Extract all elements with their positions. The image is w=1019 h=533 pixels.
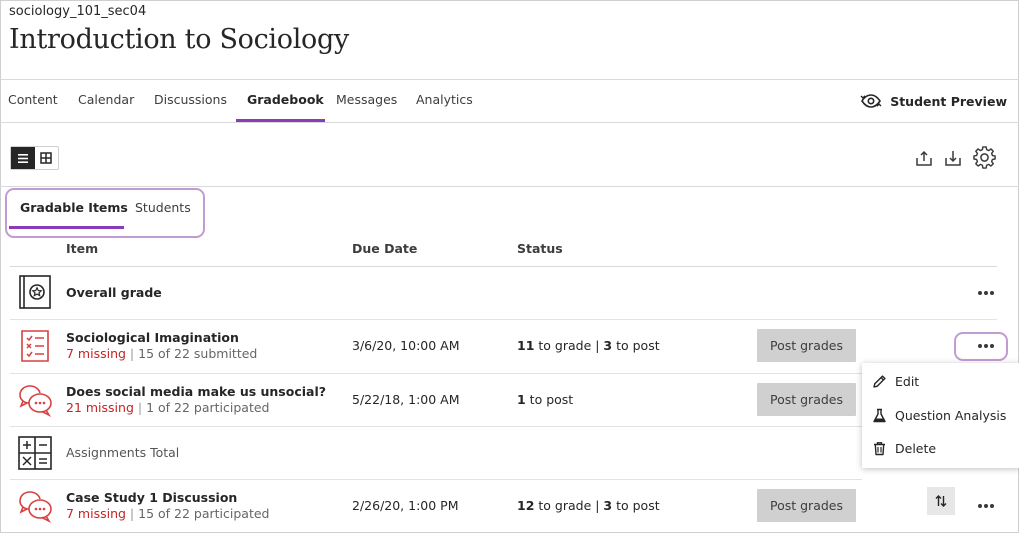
- gear-icon: [973, 146, 996, 169]
- due-date: 2/26/20, 1:00 PM: [352, 498, 459, 513]
- student-preview-button[interactable]: Student Preview: [860, 91, 1007, 111]
- status-text: to post: [525, 392, 574, 407]
- case-study-more-button[interactable]: [973, 498, 999, 514]
- column-header-due-date: Due Date: [352, 241, 418, 256]
- post-grades-button[interactable]: Post grades: [757, 329, 856, 362]
- tab-discussions[interactable]: Discussions: [154, 80, 227, 122]
- tab-students[interactable]: Students: [135, 200, 191, 215]
- item-title-case-study[interactable]: Case Study 1 Discussion: [66, 490, 237, 505]
- divider: [0, 186, 1019, 187]
- grading-status: 12 to grade | 3 to post: [517, 498, 660, 513]
- grading-status: 1 to post: [517, 392, 573, 407]
- due-date: 3/6/20, 10:00 AM: [352, 338, 460, 353]
- active-subtab-indicator: [9, 226, 124, 229]
- reorder-button[interactable]: [927, 487, 955, 515]
- more-icon: [978, 504, 982, 508]
- participation-count: 1 of 22 participated: [146, 400, 270, 415]
- active-tab-indicator: [236, 119, 325, 122]
- menu-item-question-analysis[interactable]: Question Analysis: [862, 401, 1019, 429]
- row-divider: [10, 373, 862, 374]
- student-preview-label: Student Preview: [890, 93, 1007, 109]
- status-text: to grade |: [534, 338, 604, 353]
- list-icon: [17, 153, 28, 163]
- table-header: [10, 230, 997, 267]
- row-divider: [10, 479, 862, 480]
- status-text: to post: [612, 498, 660, 513]
- post-grades-button[interactable]: Post grades: [757, 489, 856, 522]
- course-nav: Content Calendar Discussions Gradebook M…: [0, 79, 1019, 123]
- separator: |: [129, 346, 135, 361]
- post-grades-button[interactable]: Post grades: [757, 383, 856, 416]
- menu-item-edit[interactable]: Edit: [862, 367, 1019, 395]
- upload-icon: [916, 150, 932, 166]
- row-divider: [10, 319, 997, 320]
- separator: |: [129, 506, 135, 521]
- grid-view-button[interactable]: [35, 147, 59, 169]
- menu-item-label: Edit: [895, 373, 920, 389]
- to-grade-count: 12: [517, 498, 535, 513]
- menu-item-label: Question Analysis: [895, 407, 1007, 423]
- eye-refresh-icon: [860, 94, 882, 108]
- menu-item-delete[interactable]: Delete: [862, 434, 1019, 462]
- trash-icon: [871, 440, 887, 456]
- item-progress: 7 missing | 15 of 22 submitted: [66, 346, 257, 361]
- list-view-button[interactable]: [11, 147, 35, 169]
- sociological-imagination-more-button[interactable]: [973, 338, 999, 354]
- tab-content[interactable]: Content: [8, 80, 58, 122]
- item-context-menu: Edit Question Analysis Delete: [862, 363, 1019, 468]
- pencil-icon: [871, 373, 887, 389]
- to-grade-count: 11: [517, 338, 535, 353]
- view-toggle: [10, 146, 59, 170]
- download-button[interactable]: [940, 145, 966, 171]
- upload-button[interactable]: [911, 145, 937, 171]
- item-progress: 7 missing | 15 of 22 participated: [66, 506, 269, 521]
- item-title-social-media[interactable]: Does social media make us unsocial?: [66, 384, 326, 399]
- item-progress: 21 missing | 1 of 22 participated: [66, 400, 269, 415]
- row-divider: [10, 426, 862, 427]
- separator: |: [137, 400, 143, 415]
- due-date: 5/22/18, 1:00 AM: [352, 392, 460, 407]
- missing-count[interactable]: 7 missing: [66, 346, 126, 361]
- missing-count[interactable]: 21 missing: [66, 400, 134, 415]
- calculation-icon: [16, 434, 54, 472]
- course-title: Introduction to Sociology: [9, 24, 349, 55]
- download-icon: [945, 151, 961, 166]
- overall-grade-more-button[interactable]: [973, 285, 999, 301]
- missing-count[interactable]: 7 missing: [66, 506, 126, 521]
- tab-analytics[interactable]: Analytics: [416, 80, 473, 122]
- course-id: sociology_101_sec04: [9, 4, 147, 19]
- flask-icon: [871, 407, 887, 423]
- menu-item-label: Delete: [895, 440, 937, 456]
- to-post-count: 3: [603, 498, 613, 513]
- item-title-overall-grade[interactable]: Overall grade: [66, 285, 162, 300]
- overall-grade-icon: [16, 273, 54, 311]
- status-text: to post: [612, 338, 660, 353]
- discussion-icon: [16, 381, 54, 419]
- tab-gradebook[interactable]: Gradebook: [247, 80, 324, 122]
- more-icon: [978, 344, 982, 348]
- settings-button[interactable]: [972, 145, 998, 171]
- item-title-assignments-total[interactable]: Assignments Total: [66, 445, 179, 460]
- status-text: to grade |: [534, 498, 604, 513]
- test-icon: [16, 327, 54, 365]
- tab-gradable-items[interactable]: Gradable Items: [20, 200, 128, 215]
- tab-calendar[interactable]: Calendar: [78, 80, 134, 122]
- to-post-count: 3: [603, 338, 613, 353]
- item-title-sociological-imagination[interactable]: Sociological Imagination: [66, 330, 239, 345]
- submission-count: 15 of 22 submitted: [138, 346, 258, 361]
- more-icon: [978, 291, 982, 295]
- reorder-arrows-icon: [935, 495, 947, 507]
- to-post-count: 1: [517, 392, 526, 407]
- discussion-icon: [16, 487, 54, 525]
- column-header-item: Item: [66, 241, 99, 256]
- participation-count: 15 of 22 participated: [138, 506, 270, 521]
- tab-messages[interactable]: Messages: [336, 80, 397, 122]
- column-header-status: Status: [517, 241, 563, 256]
- grading-status: 11 to grade | 3 to post: [517, 338, 660, 353]
- grid-icon: [40, 152, 52, 164]
